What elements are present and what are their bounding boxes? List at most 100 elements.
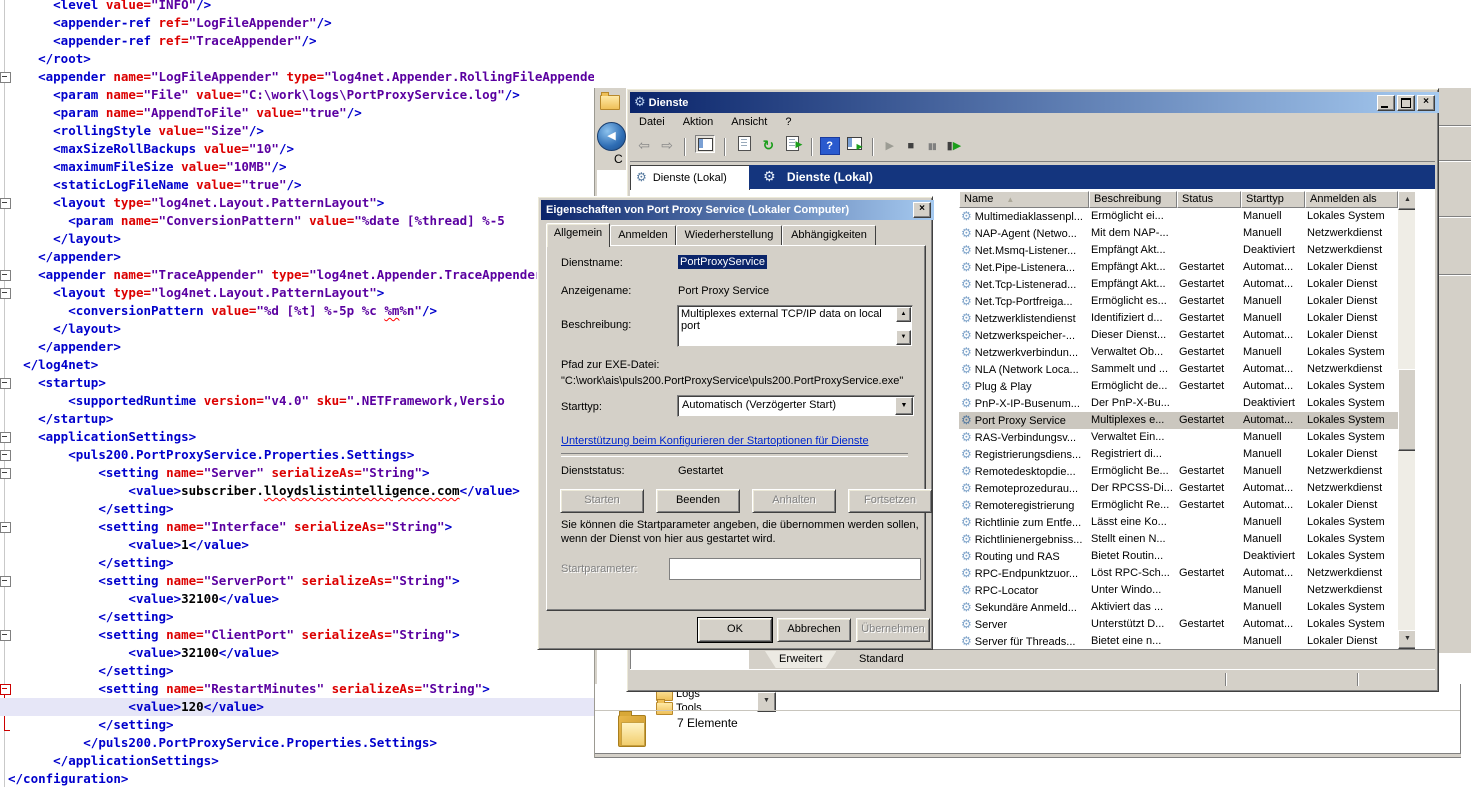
- service-row[interactable]: ⚙Netzwerkspeicher-...Dieser Dienst...Ges…: [959, 327, 1398, 344]
- fortsetzen-button[interactable]: Fortsetzen: [848, 489, 932, 513]
- folder-item-label[interactable]: Tools: [676, 702, 702, 714]
- service-row[interactable]: ⚙RAS-Verbindungsv...Verwaltet Ein...Manu…: [959, 429, 1398, 446]
- list-vertical-scrollbar[interactable]: ▲ ▼: [1398, 191, 1415, 649]
- dialog-titlebar[interactable]: Eigenschaften von Port Proxy Service (Lo…: [541, 200, 934, 220]
- maximize-button[interactable]: [1397, 95, 1415, 111]
- dienstname-value[interactable]: PortProxyService: [678, 255, 767, 269]
- abbrechen-button[interactable]: Abbrechen: [777, 618, 851, 642]
- stop-service-button[interactable]: ■: [902, 136, 920, 156]
- service-row[interactable]: ⚙Richtlinie zum Entfe...Lässt eine Ko...…: [959, 514, 1398, 531]
- scroll-down-button[interactable]: ▼: [1398, 630, 1415, 649]
- menu-item-aktion[interactable]: Aktion: [674, 113, 723, 128]
- code-line: <startup>: [8, 374, 594, 392]
- code-lines[interactable]: <level value="INFO"/> <appender-ref ref=…: [8, 0, 594, 787]
- beschreibung-textbox[interactable]: Multiplexes external TCP/IP data on loca…: [677, 305, 913, 347]
- bernehmen-button[interactable]: Übernehmen: [856, 618, 930, 642]
- anhalten-button[interactable]: Anhalten: [752, 489, 836, 513]
- service-gear-icon: ⚙: [961, 328, 972, 342]
- textbox-scroll-up-button[interactable]: ▲: [896, 307, 911, 322]
- scrollbar-thumb[interactable]: [1398, 369, 1415, 451]
- chevron-down-icon: ▼: [763, 697, 770, 704]
- dialog-tab-anmelden[interactable]: Anmelden: [610, 225, 676, 246]
- starten-button[interactable]: Starten: [560, 489, 644, 513]
- service-row[interactable]: ⚙ServerUnterstützt D...GestartetAutomat.…: [959, 616, 1398, 633]
- service-row[interactable]: ⚙Net.Tcp-Listenerad...Empfängt Akt...Ges…: [959, 276, 1398, 293]
- show-console-tree-button[interactable]: [695, 135, 715, 153]
- service-row[interactable]: ⚙RemoteregistrierungErmöglicht Re...Gest…: [959, 497, 1398, 514]
- service-row[interactable]: ⚙PnP-X-IP-Busenum...Der PnP-X-Bu...Deakt…: [959, 395, 1398, 412]
- scroll-down-icon: ▼: [901, 334, 907, 340]
- starttyp-combobox[interactable]: Automatisch (Verzögerter Start) ▼: [677, 395, 915, 417]
- beenden-button[interactable]: Beenden: [656, 489, 740, 513]
- service-row[interactable]: ⚙Remoteprozedurau...Der RPCSS-Di...Gesta…: [959, 480, 1398, 497]
- console-tree-selected-item[interactable]: ⚙ Dienste (Lokal): [630, 165, 750, 190]
- services-window-titlebar[interactable]: ⚙ Dienste ×: [630, 92, 1439, 113]
- dialog-close-button[interactable]: ×: [913, 202, 931, 218]
- code-line: </configuration>: [8, 770, 594, 787]
- service-row[interactable]: ⚙Net.Pipe-Listenera...Empfängt Akt...Ges…: [959, 259, 1398, 276]
- service-row-selected[interactable]: ⚙Port Proxy ServiceMultiplexes e...Gesta…: [959, 412, 1398, 429]
- code-line: </layout>: [8, 320, 594, 338]
- textbox-scroll-down-button[interactable]: ▼: [896, 330, 911, 345]
- tab-standard[interactable]: Standard: [845, 651, 918, 668]
- combo-dropdown-button[interactable]: ▼: [757, 692, 776, 712]
- code-line: <supportedRuntime version="v4.0" sku=".N…: [8, 392, 594, 410]
- code-line: </applicationSettings>: [8, 752, 594, 770]
- service-row[interactable]: ⚙Sekundäre Anmeld...Aktiviert das ...Man…: [959, 599, 1398, 616]
- service-row[interactable]: ⚙NLA (Network Loca...Sammelt und ...Gest…: [959, 361, 1398, 378]
- service-row[interactable]: ⚙RPC-Endpunktzuor...Löst RPC-Sch...Gesta…: [959, 565, 1398, 582]
- service-row[interactable]: ⚙NetzwerklistendienstIdentifiziert d...G…: [959, 310, 1398, 327]
- explorer-back-button[interactable]: ◀: [597, 122, 626, 151]
- tab-erweitert[interactable]: Erweitert: [765, 651, 836, 668]
- column-header-status[interactable]: Status: [1177, 191, 1241, 208]
- services-window-title: Dienste: [649, 97, 689, 109]
- service-row[interactable]: ⚙Registrierungsdiens...Registriert di...…: [959, 446, 1398, 463]
- service-row[interactable]: ⚙Plug & PlayErmöglicht de...GestartetAut…: [959, 378, 1398, 395]
- service-row[interactable]: ⚙NAP-Agent (Netwo...Mit dem NAP-...Manue…: [959, 225, 1398, 242]
- refresh-button[interactable]: ↻: [758, 136, 778, 156]
- service-row[interactable]: ⚙Netzwerkverbindun...Verwaltet Ob...Gest…: [959, 344, 1398, 361]
- code-line: <conversionPattern value="%d [%t] %-5p %…: [8, 302, 594, 320]
- pause-service-button[interactable]: ▮▮: [923, 136, 941, 156]
- service-row[interactable]: ⚙Richtlinienergebniss...Stellt einen N..…: [959, 531, 1398, 548]
- column-header-anmelden-als[interactable]: Anmelden als: [1305, 191, 1398, 208]
- menu-item-datei[interactable]: Datei: [630, 113, 674, 128]
- startoptions-help-link[interactable]: Unterstützung beim Konfigurieren der Sta…: [561, 435, 869, 447]
- back-button[interactable]: ⇦: [634, 136, 654, 156]
- service-row[interactable]: ⚙Routing und RASBietet Routin...Deaktivi…: [959, 548, 1398, 565]
- start-service-button[interactable]: ▶: [881, 136, 899, 156]
- startparameter-input[interactable]: [669, 558, 921, 580]
- explorer-bottom-border: [595, 753, 1461, 758]
- xml-editor[interactable]: <level value="INFO"/> <appender-ref ref=…: [0, 0, 594, 787]
- scroll-down-icon: ▼: [1404, 635, 1411, 642]
- service-row[interactable]: ⚙Net.Msmq-Listener...Empfängt Akt...Deak…: [959, 242, 1398, 259]
- service-row[interactable]: ⚙Net.Tcp-Portfreiga...Ermöglicht es...Ge…: [959, 293, 1398, 310]
- service-row[interactable]: ⚙RPC-LocatorUnter Windo...ManuellNetzwer…: [959, 582, 1398, 599]
- service-row[interactable]: ⚙Remotedesktopdie...Ermöglicht Be...Gest…: [959, 463, 1398, 480]
- help-button[interactable]: ?: [820, 137, 840, 155]
- ok-button[interactable]: OK: [698, 618, 772, 642]
- menu-item-ansicht[interactable]: Ansicht: [722, 113, 776, 128]
- service-row[interactable]: ⚙Server für Threads...Bietet eine n...Ma…: [959, 633, 1398, 649]
- explorer-status-text: 7 Elemente: [677, 716, 738, 730]
- dialog-tab-abhängigkeiten[interactable]: Abhängigkeiten: [782, 225, 876, 246]
- restart-service-button[interactable]: ▮▶: [944, 136, 964, 156]
- properties-button[interactable]: [735, 135, 753, 151]
- column-header-starttyp[interactable]: Starttyp: [1241, 191, 1305, 208]
- dialog-tab-allgemein[interactable]: Allgemein: [546, 223, 610, 247]
- code-line: <value>subscriber.lloydslistintelligence…: [8, 482, 594, 500]
- export-list-button[interactable]: ▶: [783, 135, 801, 151]
- folder-icon[interactable]: [656, 702, 673, 715]
- column-header-name[interactable]: Name ▲: [959, 191, 1089, 208]
- forward-button[interactable]: ⇨: [657, 136, 677, 156]
- close-button[interactable]: ×: [1417, 95, 1435, 111]
- extended-view-button[interactable]: ▶: [845, 135, 863, 151]
- scroll-up-button[interactable]: ▲: [1398, 191, 1415, 210]
- combo-dropdown-button[interactable]: ▼: [895, 397, 913, 415]
- dialog-tab-wiederherstellung[interactable]: Wiederherstellung: [676, 225, 782, 246]
- menu-item-[interactable]: ?: [776, 113, 800, 128]
- minimize-button[interactable]: [1377, 95, 1395, 111]
- pfad-value: "C:\work\ais\puls200.PortProxyService\pu…: [561, 375, 903, 387]
- service-row[interactable]: ⚙Multimediaklassenpl...Ermöglicht ei...M…: [959, 208, 1398, 225]
- column-header-beschreibung[interactable]: Beschreibung: [1089, 191, 1177, 208]
